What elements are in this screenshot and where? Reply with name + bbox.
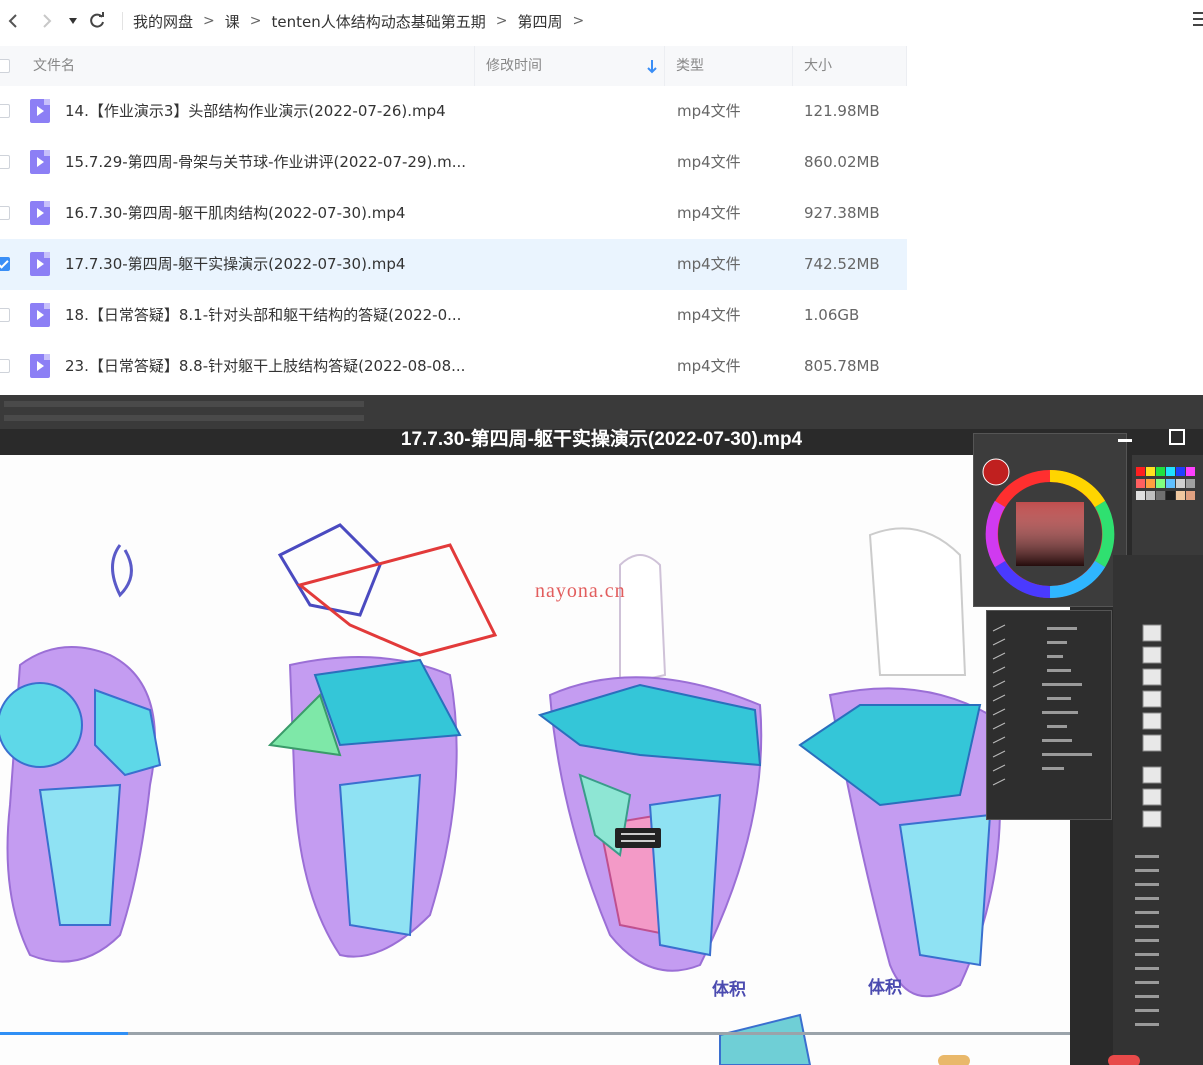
video-file-icon: [30, 252, 50, 276]
video-file-icon: [30, 201, 50, 225]
view-menu-icon[interactable]: [1193, 12, 1203, 28]
file-name[interactable]: 15.7.29-第四周-骨架与关节球-作业讲评(2022-07-29).m...: [65, 137, 466, 188]
file-name[interactable]: 16.7.30-第四周-躯干肌肉结构(2022-07-30).mp4: [65, 188, 405, 239]
color-picker-panel: [973, 433, 1127, 607]
file-row[interactable]: 15.7.29-第四周-骨架与关节球-作业讲评(2022-07-29).m...…: [0, 137, 907, 188]
row-checkbox[interactable]: [0, 257, 10, 271]
file-size: 805.78MB: [804, 357, 880, 375]
swatch-grid: [1136, 467, 1195, 500]
file-type: mp4文件: [677, 357, 741, 375]
file-name[interactable]: 18.【日常答疑】8.1-针对头部和躯干结构的答疑(2022-0...: [65, 290, 461, 341]
column-divider[interactable]: [906, 46, 907, 86]
chevron-left-icon: [8, 14, 17, 28]
column-header-size[interactable]: 大小: [804, 46, 832, 86]
file-name[interactable]: 14.【作业演示3】头部结构作业演示(2022-07-26).mp4: [65, 86, 446, 137]
video-file-icon: [30, 303, 50, 327]
back-button[interactable]: [0, 8, 26, 34]
svip-badge: [938, 1055, 970, 1065]
file-size: 1.06GB: [804, 306, 860, 324]
file-row[interactable]: 18.【日常答疑】8.1-针对头部和躯干结构的答疑(2022-0... mp4文…: [0, 290, 907, 341]
breadcrumb: 我的网盘 > 课 > tenten人体结构动态基础第五期 > 第四周 >: [133, 11, 594, 32]
video-player[interactable]: nayona.cn 体积 体积 17.7.30-第四周-躯干实操演示(2022-…: [0, 395, 1203, 1065]
navigation-bar: 我的网盘 > 课 > tenten人体结构动态基础第五期 > 第四周 >: [0, 0, 1203, 42]
breadcrumb-separator: >: [203, 13, 215, 29]
file-size: 121.98MB: [804, 102, 880, 120]
video-frame-tooltip: [615, 828, 661, 848]
row-checkbox[interactable]: [0, 359, 10, 373]
breadcrumb-separator: >: [249, 13, 262, 29]
row-checkbox[interactable]: [0, 206, 10, 220]
file-row[interactable]: 23.【日常答疑】8.8-针对躯干上肢结构答疑(2022-08-08... mp…: [0, 341, 907, 392]
video-frame-canvas: nayona.cn 体积 体积: [0, 455, 1070, 1065]
file-row[interactable]: 14.【作业演示3】头部结构作业演示(2022-07-26).mp4 mp4文件…: [0, 86, 907, 137]
file-row[interactable]: 16.7.30-第四周-躯干肌肉结构(2022-07-30).mp4 mp4文件…: [0, 188, 907, 239]
file-size: 742.52MB: [804, 255, 880, 273]
column-header-type[interactable]: 类型: [676, 46, 704, 86]
file-row-selected[interactable]: 17.7.30-第四周-躯干实操演示(2022-07-30).mp4 mp4文件…: [0, 239, 907, 290]
file-type: mp4文件: [677, 102, 741, 120]
breadcrumb-item-course[interactable]: 课: [225, 11, 240, 32]
refresh-button[interactable]: [84, 8, 110, 34]
file-size: 860.02MB: [804, 153, 880, 171]
file-type: mp4文件: [677, 306, 741, 324]
video-frame-options-strip: [4, 415, 364, 421]
file-list: 14.【作业演示3】头部结构作业演示(2022-07-26).mp4 mp4文件…: [0, 86, 907, 392]
file-type: mp4文件: [677, 255, 741, 273]
breadcrumb-separator: >: [572, 13, 585, 29]
layers-panel: [1113, 555, 1203, 1065]
breadcrumb-item-week[interactable]: 第四周: [517, 11, 562, 32]
forward-button[interactable]: [34, 8, 60, 34]
maximize-icon[interactable]: [1169, 429, 1185, 445]
minimize-icon[interactable]: [1118, 439, 1132, 442]
row-checkbox[interactable]: [0, 155, 10, 169]
arrow-down-icon[interactable]: [646, 46, 658, 86]
column-header-modified[interactable]: 修改时间: [486, 46, 542, 86]
file-name[interactable]: 23.【日常答疑】8.8-针对躯干上肢结构答疑(2022-08-08...: [65, 341, 465, 392]
video-file-icon: [30, 99, 50, 123]
divider: [122, 12, 123, 30]
column-divider[interactable]: [664, 46, 665, 86]
video-file-icon: [30, 354, 50, 378]
file-list-header: 文件名 修改时间 类型 大小: [0, 46, 907, 86]
column-divider[interactable]: [792, 46, 793, 86]
video-file-icon: [30, 150, 50, 174]
video-frame-menu-strip: [4, 401, 364, 407]
layer-list: [1135, 624, 1162, 1026]
column-divider[interactable]: [474, 46, 475, 86]
watermark-text: nayona.cn: [535, 580, 626, 602]
swatch-palette: [1132, 455, 1203, 560]
canvas-label: 体积: [712, 980, 746, 1000]
file-size: 927.38MB: [804, 204, 880, 222]
row-checkbox[interactable]: [0, 308, 10, 322]
canvas-label: 体积: [868, 978, 902, 998]
breadcrumb-separator: >: [495, 13, 508, 29]
video-title: 17.7.30-第四周-躯干实操演示(2022-07-30).mp4: [400, 429, 803, 450]
breadcrumb-item-series[interactable]: tenten人体结构动态基础第五期: [272, 11, 486, 32]
history-dropdown-button[interactable]: [64, 8, 82, 34]
brush-list: [992, 624, 1092, 786]
video-progress-bar[interactable]: [0, 1032, 1070, 1035]
color-wheel-icon: [982, 458, 1115, 599]
refresh-icon: [90, 12, 104, 28]
caret-down-icon: [69, 18, 77, 24]
file-type: mp4文件: [677, 153, 741, 171]
row-checkbox[interactable]: [0, 104, 10, 118]
chevron-right-icon: [43, 14, 52, 28]
file-name[interactable]: 17.7.30-第四周-躯干实操演示(2022-07-30).mp4: [65, 239, 405, 290]
torso-sketches: [0, 523, 1001, 1065]
brush-settings-panel: [986, 610, 1112, 820]
file-type: mp4文件: [677, 204, 741, 222]
select-all-checkbox[interactable]: [0, 59, 10, 73]
video-frame-toolbar: [0, 395, 1203, 429]
breadcrumb-item-my-drive[interactable]: 我的网盘: [133, 11, 193, 32]
video-progress-fill: [0, 1032, 129, 1035]
column-header-name[interactable]: 文件名: [33, 46, 75, 86]
new-badge: [1108, 1055, 1140, 1065]
